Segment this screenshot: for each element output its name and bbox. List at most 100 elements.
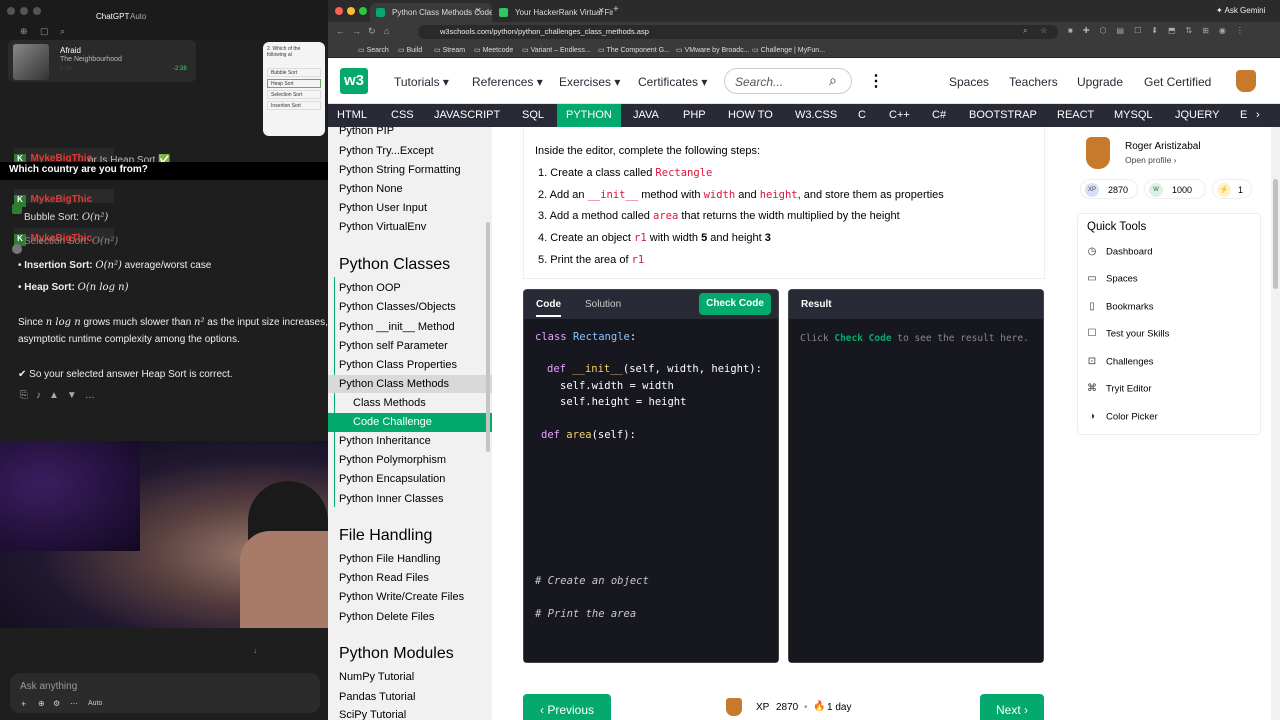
quiz-option[interactable]: Selection Sort xyxy=(267,90,321,99)
sidebar-item[interactable]: NumPy Tutorial xyxy=(339,671,414,683)
sidebar-item[interactable]: Python Inner Classes xyxy=(339,493,444,505)
sidebar-item[interactable]: Python Polymorphism xyxy=(339,454,446,466)
sidebar-subitem[interactable]: Class Methods xyxy=(353,397,426,409)
next-button[interactable]: Next › xyxy=(980,694,1044,720)
tab-hackerrank[interactable]: Your HackerRank Virtual Fin... xyxy=(493,3,613,22)
lang-javascript[interactable]: JAVASCRIPT xyxy=(425,104,509,127)
quiz-card[interactable]: 2. Which of the following al Bubble Sort… xyxy=(263,42,325,136)
lang-jquery[interactable]: JQUERY xyxy=(1166,104,1228,127)
sidebar-item[interactable]: Python Classes/Objects xyxy=(339,301,456,313)
tab-python-class-methods[interactable]: Python Class Methods Code xyxy=(370,3,492,22)
back-icon[interactable]: ← xyxy=(336,26,345,36)
lang-react[interactable]: REACT xyxy=(1048,104,1103,127)
chevron-right-icon[interactable]: › xyxy=(1256,109,1260,121)
sidebar-item[interactable]: Python User Input xyxy=(339,202,427,214)
w3schools-logo[interactable]: w3 xyxy=(340,68,368,94)
search-input[interactable]: Search... xyxy=(735,75,783,89)
nav-certificates[interactable]: Certificates ▾ xyxy=(638,75,707,89)
app-mode[interactable]: Auto xyxy=(130,12,146,21)
new-tab-icon[interactable]: + xyxy=(613,4,619,15)
add-icon[interactable]: + xyxy=(21,699,26,709)
lang-php[interactable]: PHP xyxy=(674,104,715,127)
sidebar-item[interactable]: Pandas Tutorial xyxy=(339,691,415,703)
nav-spaces[interactable]: Spaces xyxy=(949,75,989,89)
ask-gemini-button[interactable]: ✦ Ask Gemini xyxy=(1216,6,1265,15)
maximize-window-icon[interactable] xyxy=(359,7,367,15)
quick-tool-bookmarks[interactable]: ▯ Bookmarks xyxy=(1086,301,1153,313)
nav-exercises[interactable]: Exercises ▾ xyxy=(559,75,620,89)
copy-icon[interactable]: ⎘ xyxy=(20,390,36,401)
bookmark-item[interactable]: ▭ Meetcode xyxy=(474,46,513,54)
previous-button[interactable]: ‹ Previous xyxy=(523,694,611,720)
lang-csharp[interactable]: C# xyxy=(923,104,955,127)
nav-references[interactable]: References ▾ xyxy=(472,75,543,89)
prompt-input[interactable]: Ask anything xyxy=(20,681,77,692)
extensions-icon[interactable]: ■✚⬡▤☐⬇⬒⇅⊞◉⋮ xyxy=(1068,26,1254,35)
lang-bootstrap[interactable]: BOOTSTRAP xyxy=(960,104,1046,127)
open-profile-link[interactable]: Open profile › xyxy=(1125,155,1177,165)
lang-w3css[interactable]: W3.CSS xyxy=(786,104,846,127)
sidebar-item[interactable]: Python Try...Except xyxy=(339,145,434,157)
quick-tool-test[interactable]: ☐ Test your Skills xyxy=(1086,328,1170,340)
lang-c[interactable]: C xyxy=(849,104,875,127)
quiz-option[interactable]: Bubble Sort xyxy=(267,68,321,77)
reload-icon[interactable]: ↻ xyxy=(368,26,376,37)
lang-mysql[interactable]: MYSQL xyxy=(1105,104,1162,127)
quick-tool-challenges[interactable]: ⊡ Challenges xyxy=(1086,356,1154,368)
sidebar-subitem-active[interactable]: Code Challenge xyxy=(353,416,432,428)
quick-tool-tryit[interactable]: ⌘ Tryit Editor xyxy=(1086,383,1152,395)
avatar[interactable] xyxy=(1236,70,1256,92)
close-window-icon[interactable] xyxy=(335,7,343,15)
lang-sql[interactable]: SQL xyxy=(513,104,553,127)
sidebar-item[interactable]: Python self Parameter xyxy=(339,340,448,352)
sidebar-item[interactable]: Python VirtualEnv xyxy=(339,221,426,233)
lang-html[interactable]: HTML xyxy=(328,104,376,127)
search-box[interactable]: Search... ⌕ xyxy=(724,68,852,94)
prompt-mode[interactable]: Auto xyxy=(88,700,102,707)
thumbs-up-icon[interactable]: ▲ xyxy=(49,390,67,401)
globe-icon[interactable]: ⊕ xyxy=(38,699,45,708)
more-menu-icon[interactable]: ⋮ xyxy=(868,71,884,91)
home-icon[interactable]: ⌂ xyxy=(384,26,389,36)
speaker-icon[interactable]: ♪ xyxy=(36,390,49,401)
close-tab-icon[interactable]: ✕ xyxy=(475,6,482,15)
sidebar-item[interactable]: Python Class Properties xyxy=(339,359,457,371)
page-scrollbar-track[interactable] xyxy=(1271,127,1280,720)
star-icon[interactable]: ☆ xyxy=(1040,26,1047,35)
minimize-window-icon[interactable] xyxy=(347,7,355,15)
music-widget[interactable]: Afraid The Neighbourhood 1:34 -2:38 xyxy=(8,40,196,82)
search-icon[interactable]: ⌕ xyxy=(829,72,837,89)
url-field[interactable]: w3schools.com/python/python_challenges_c… xyxy=(418,25,1058,39)
forward-icon[interactable]: → xyxy=(352,26,361,36)
sidebar-item[interactable]: Python Inheritance xyxy=(339,435,431,447)
sidebar-item[interactable]: Python Class Methods xyxy=(339,378,449,390)
window-control[interactable] xyxy=(7,7,15,15)
bookmark-item[interactable]: ▭ Search xyxy=(358,46,389,54)
code-textarea[interactable]: class Rectangle: def __init__(self, widt… xyxy=(524,319,778,662)
prompt-box[interactable]: Ask anything + ⊕ ⚙ ⋯ Auto xyxy=(10,673,320,713)
quiz-option[interactable]: Insertion Sort xyxy=(267,101,321,110)
bookmark-item[interactable]: ▭ Stream xyxy=(434,46,465,54)
quick-tool-color-picker[interactable]: ◑ Color Picker xyxy=(1086,411,1158,423)
page-scrollbar-thumb[interactable] xyxy=(1273,179,1278,289)
search-icon[interactable]: ⌕ xyxy=(60,26,65,37)
lang-excel[interactable]: E xyxy=(1231,104,1256,127)
sidebar-item[interactable]: Python String Formatting xyxy=(339,164,461,176)
thumbs-down-icon[interactable]: ▼ xyxy=(67,390,85,401)
sidebar-item[interactable]: Python None xyxy=(339,183,403,195)
sidebar-icon[interactable]: ▢ xyxy=(40,26,49,37)
sidebar-item[interactable]: Python Write/Create Files xyxy=(339,591,464,603)
sidebar-item[interactable]: Python File Handling xyxy=(339,553,441,565)
quick-tool-spaces[interactable]: ▭ Spaces xyxy=(1086,273,1137,285)
bookmark-item[interactable]: ▭ The Component G... xyxy=(598,46,670,54)
sidebar-item[interactable]: Python PIP xyxy=(339,127,394,137)
nav-teachers[interactable]: Teachers xyxy=(1009,75,1058,89)
sidebar-item[interactable]: Python __init__ Method xyxy=(339,321,455,333)
tab-solution[interactable]: Solution xyxy=(585,299,621,310)
zoom-icon[interactable]: ⌕ xyxy=(1023,26,1027,36)
new-chat-icon[interactable]: ⊕ xyxy=(20,26,28,37)
window-control[interactable] xyxy=(33,7,41,15)
lang-python[interactable]: PYTHON xyxy=(557,104,621,127)
sidebar-item[interactable]: Python Encapsulation xyxy=(339,473,445,485)
lang-cpp[interactable]: C++ xyxy=(880,104,919,127)
